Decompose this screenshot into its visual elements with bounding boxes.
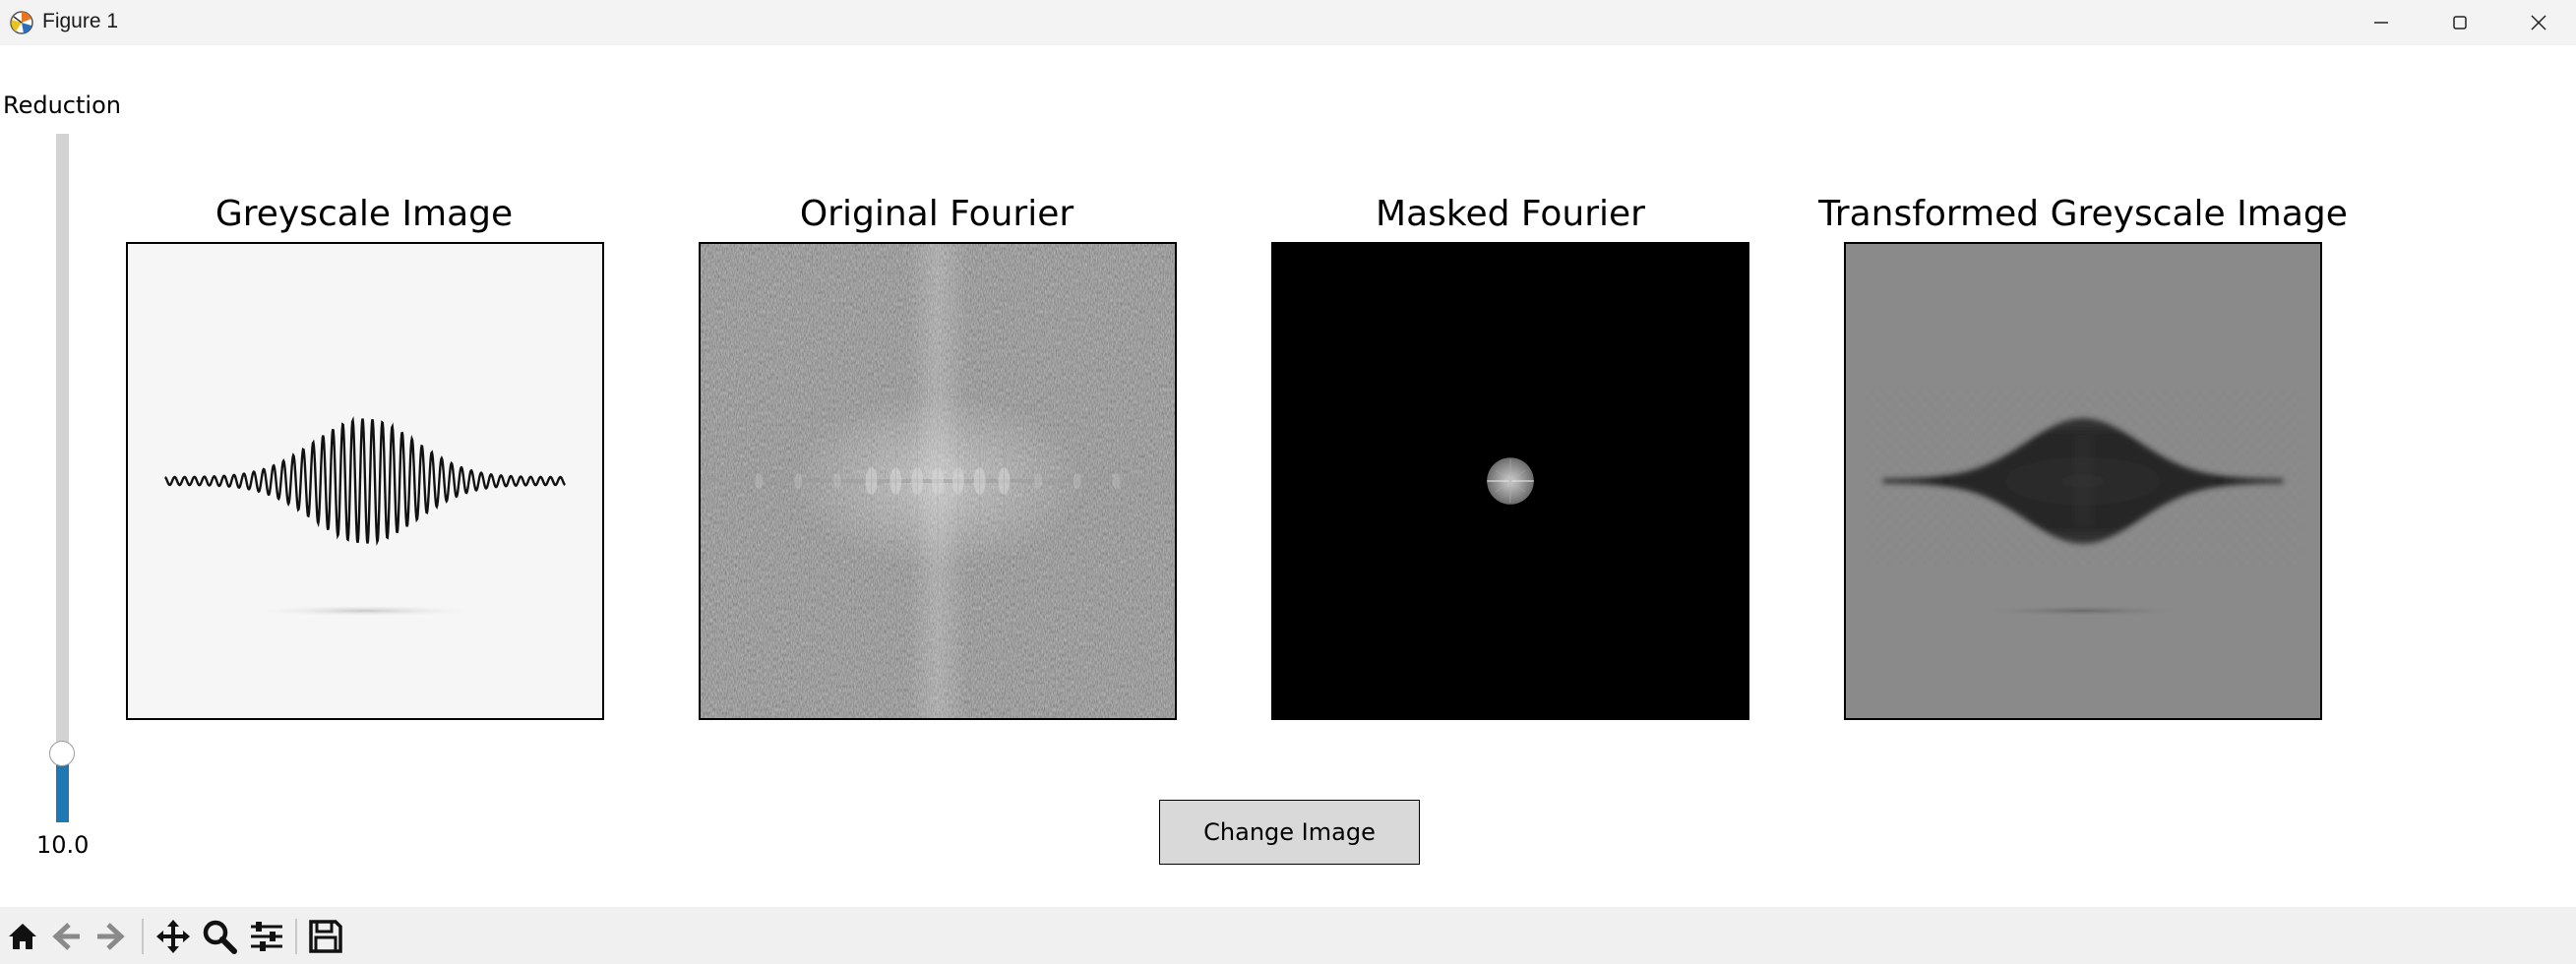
zoom-button[interactable] xyxy=(200,917,239,956)
matplotlib-icon xyxy=(8,9,35,36)
transformed-greyscale-image xyxy=(1844,242,2322,720)
panel-title-greyscale: Greyscale Image xyxy=(215,194,514,234)
maximize-button[interactable] xyxy=(2421,0,2499,45)
panel-title-transformed: Transformed Greyscale Image xyxy=(1818,194,2348,234)
original-fourier-image xyxy=(699,242,1177,720)
reconstructed-image xyxy=(1846,244,2320,718)
configure-subplots-button[interactable] xyxy=(247,917,286,956)
forward-icon xyxy=(97,923,125,950)
home-icon xyxy=(9,924,36,949)
masked-fourier-image xyxy=(1271,242,1749,720)
fourier-spectrum-image xyxy=(701,244,1175,718)
reduction-slider-handle[interactable] xyxy=(49,741,75,766)
masked-spectrum-image xyxy=(1273,244,1748,718)
configure-subplots-icon xyxy=(251,922,282,951)
minimize-icon xyxy=(2374,22,2388,24)
maximize-icon xyxy=(2453,16,2467,30)
back-button[interactable] xyxy=(47,917,87,956)
slider-label: Reduction xyxy=(3,91,121,119)
window-title-bar: Figure 1 xyxy=(0,0,2576,45)
forward-button[interactable] xyxy=(91,917,130,956)
save-button[interactable] xyxy=(306,917,345,956)
toolbar-separator xyxy=(142,919,144,954)
close-button[interactable] xyxy=(2499,0,2576,45)
change-image-button[interactable]: Change Image xyxy=(1159,800,1420,865)
window-title: Figure 1 xyxy=(42,10,119,32)
back-icon xyxy=(52,923,80,950)
navigation-toolbar xyxy=(0,907,2576,964)
minimize-button[interactable] xyxy=(2342,0,2421,45)
toolbar-separator xyxy=(295,919,297,954)
panel-title-masked-fourier: Masked Fourier xyxy=(1376,194,1645,234)
zoom-icon xyxy=(203,920,237,954)
close-icon xyxy=(2531,15,2546,30)
greyscale-wave-image xyxy=(128,244,602,718)
reduction-slider-track[interactable] xyxy=(56,134,69,822)
pan-icon xyxy=(156,920,190,953)
slider-value: 10.0 xyxy=(36,831,90,859)
greyscale-image xyxy=(126,242,604,720)
save-icon xyxy=(309,920,342,953)
panel-title-original-fourier: Original Fourier xyxy=(799,194,1074,234)
pan-button[interactable] xyxy=(153,917,193,956)
home-button[interactable] xyxy=(3,917,42,956)
